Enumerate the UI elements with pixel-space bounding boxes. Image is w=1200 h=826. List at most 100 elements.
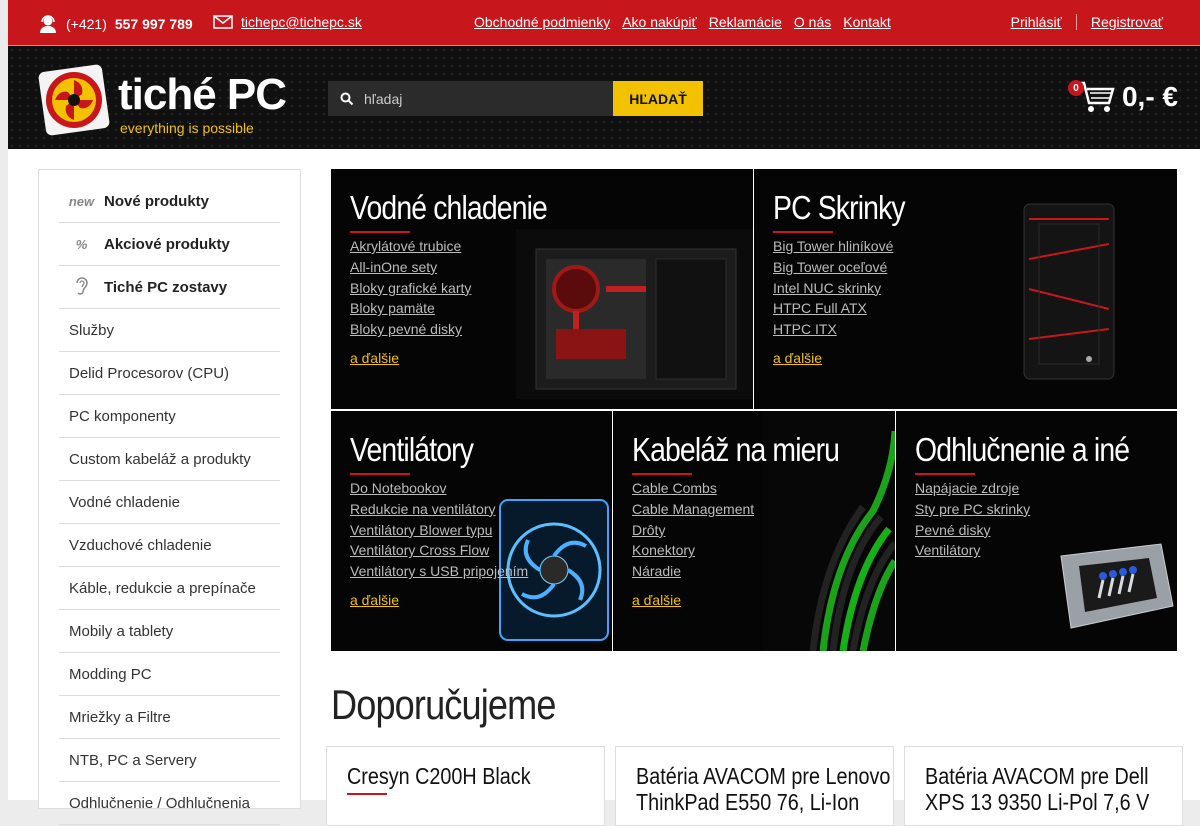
category-link[interactable]: Bloky pamäte [350,298,471,319]
category-link[interactable]: Big Tower hliníkové [773,236,893,257]
sidebar-item-new-products[interactable]: new Nové produkty [59,180,280,223]
title-underline [632,473,692,475]
category-title: Vodné chladenie [350,189,548,226]
cart[interactable]: 0 0,- € [1067,79,1178,115]
sidebar-item-pc-components[interactable]: PC komponenty [59,395,280,438]
category-link[interactable]: Ventilátory Cross Flow [350,540,528,561]
category-link[interactable]: Do Notebookov [350,478,528,499]
category-link[interactable]: Bloky grafické karty [350,278,471,299]
category-link[interactable]: Akrylátové trubice [350,236,471,257]
sidebar-item-custom-cabling[interactable]: Custom kabeláž a produkty [59,438,280,481]
sidebar-item-delid[interactable]: Delid Procesorov (CPU) [59,352,280,395]
search-input[interactable] [364,90,594,107]
category-link[interactable]: Drôty [632,520,754,541]
site-logo[interactable]: tiché PC everything is possible [38,64,298,136]
water-cooled-pc-image [516,229,753,399]
category-title: PC Skrinky [773,189,906,226]
login-link[interactable]: Prihlásiť [1011,14,1062,30]
title-underline [350,231,410,233]
category-link[interactable]: Big Tower oceľové [773,257,893,278]
sidebar-item-label: Nové produkty [104,192,210,210]
product-title[interactable]: Cresyn C200H Black [347,763,605,789]
title-underline [347,793,387,795]
operator-icon [40,15,56,33]
sidebar-item-silent-pc[interactable]: Tiché PC zostavy [59,266,280,309]
category-tile-fans[interactable]: Ventilátory Do Notebookov Redukcie na ve… [331,411,612,651]
product-title[interactable]: Batéria AVACOM pre Lenovo ThinkPad E550 … [636,763,894,815]
email-contact[interactable]: tichepc@tichepc.sk [213,14,362,30]
sidebar-item-ntb[interactable]: NTB, PC a Servery [59,739,280,782]
top-links: Obchodné podmienky Ako nakúpiť Reklamáci… [474,14,891,30]
top-bar: (+421) 557 997 789 tichepc@tichepc.sk Ob… [8,0,1200,45]
category-link[interactable]: Ventilátory [915,540,1030,561]
sidebar-item-grills[interactable]: Mriežky a Filtre [59,696,280,739]
sidebar-item-sale-products[interactable]: % Akciové produkty [59,223,280,266]
title-underline [773,231,833,233]
link-about[interactable]: O nás [794,14,831,30]
category-link[interactable]: Ventilátory Blower typu [350,520,528,541]
product-card[interactable]: Cresyn C200H Black [326,746,605,826]
percent-icon: % [75,236,88,252]
category-link[interactable]: Sty pre PC skrinky [915,499,1030,520]
ear-icon [59,276,104,299]
phone-prefix: (+421) [66,16,107,32]
cart-count-badge: 0 [1067,80,1084,96]
sidebar-item-mobiles[interactable]: Mobily a tablety [59,610,280,653]
category-link[interactable]: Cable Combs [632,478,754,499]
category-link[interactable]: Redukcie na ventilátory [350,499,528,520]
sidebar-item-modding[interactable]: Modding PC [59,653,280,696]
category-link[interactable]: HTPC Full ATX [773,298,893,319]
phone-contact[interactable]: (+421) 557 997 789 [38,14,193,34]
category-link[interactable]: Konektory [632,540,754,561]
product-card[interactable]: Batéria AVACOM pre Lenovo ThinkPad E550 … [615,746,894,826]
logo-text: tiché PC [118,70,287,119]
more-link[interactable]: a ďalšie [773,350,822,366]
category-link[interactable]: Napájacie zdroje [915,478,1030,499]
category-link[interactable]: Pevné disky [915,520,1030,541]
category-link[interactable]: Intel NUC skrinky [773,278,893,299]
search-icon [340,92,354,105]
more-link[interactable]: a ďalšie [350,350,399,366]
search-field-wrap [328,81,613,116]
link-complaints[interactable]: Reklamácie [709,14,782,30]
main-content: new Nové produkty % Akciové produkty Tic… [8,149,1200,826]
new-icon: new [68,193,95,209]
link-contact[interactable]: Kontakt [843,14,890,30]
category-link[interactable]: Bloky pevné disky [350,319,471,340]
category-link[interactable]: All-inOne sety [350,257,471,278]
category-tile-noise[interactable]: Odhlučnenie a iné Napájacie zdroje Sty p… [896,411,1177,651]
category-tile-cables[interactable]: Kabeláž na mieru Cable Combs Cable Manag… [613,411,895,651]
sidebar-item-label: Akciové produkty [104,235,230,253]
product-title[interactable]: Batéria AVACOM pre Dell XPS 13 9350 Li-P… [925,763,1183,815]
logo-tagline: everything is possible [120,120,254,136]
category-link[interactable]: HTPC ITX [773,319,893,340]
sidebar-item-air-cooling[interactable]: Vzduchové chladenie [59,524,280,567]
register-link[interactable]: Registrovať [1091,14,1163,30]
category-link[interactable]: Ventilátory s USB pripojením [350,561,528,582]
sidebar-item-soundproofing[interactable]: Odhlučnenie / Odhlučnenia [59,782,280,825]
sidebar-item-water-cooling[interactable]: Vodné chladenie [59,481,280,524]
search-button[interactable]: HĽADAŤ [613,81,703,116]
link-terms[interactable]: Obchodné podmienky [474,14,610,30]
category-link[interactable]: Náradie [632,561,754,582]
email-link[interactable]: tichepc@tichepc.sk [241,14,362,30]
site-header: tiché PC everything is possible HĽADAŤ 0… [8,45,1200,149]
title-underline [915,473,975,475]
divider [1075,14,1077,30]
sidebar-item-label: Tiché PC zostavy [104,278,228,296]
envelope-icon [213,15,233,29]
category-tile-cases[interactable]: PC Skrinky Big Tower hliníkové Big Tower… [754,169,1177,409]
auth-links: Prihlásiť Registrovať [1011,14,1163,30]
sidebar-item-cables[interactable]: Káble, redukcie a prepínače [59,567,280,610]
phone-number: 557 997 789 [114,16,193,32]
category-title: Ventilátory [350,431,474,468]
category-link[interactable]: Cable Management [632,499,754,520]
category-tile-water[interactable]: Vodné chladenie Akrylátové trubice All-i… [331,169,753,409]
product-card[interactable]: Batéria AVACOM pre Dell XPS 13 9350 Li-P… [904,746,1183,826]
sidebar-item-services[interactable]: Služby [59,309,280,352]
more-link[interactable]: a ďalšie [632,592,681,608]
link-how-to-buy[interactable]: Ako nakúpiť [622,14,697,30]
more-link[interactable]: a ďalšie [350,592,399,608]
pc-case-image [1023,203,1115,380]
cart-amount: 0,- € [1121,81,1178,112]
